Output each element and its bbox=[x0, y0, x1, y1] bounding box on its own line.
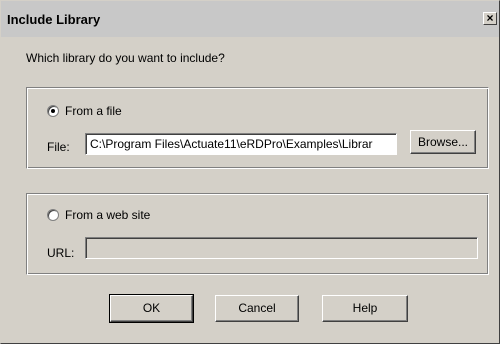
close-button[interactable]: × bbox=[483, 12, 497, 25]
from-web-label: From a web site bbox=[65, 208, 151, 222]
from-file-radio[interactable]: From a file bbox=[47, 104, 122, 118]
radio-unselected-icon bbox=[47, 209, 59, 221]
include-library-dialog: Include Library × Which library do you w… bbox=[0, 0, 500, 344]
from-file-group: From a file File: C:\Program Files\Actua… bbox=[26, 87, 489, 169]
prompt-text: Which library do you want to include? bbox=[26, 51, 225, 65]
from-file-label: From a file bbox=[65, 104, 122, 118]
url-input[interactable] bbox=[85, 237, 478, 259]
dialog-title: Include Library bbox=[7, 12, 101, 27]
title-bar[interactable]: Include Library × bbox=[1, 1, 499, 37]
file-field-label: File: bbox=[47, 140, 70, 154]
cancel-button[interactable]: Cancel bbox=[215, 295, 299, 322]
help-button[interactable]: Help bbox=[322, 295, 408, 322]
from-web-group: From a web site URL: bbox=[26, 193, 489, 275]
from-web-radio[interactable]: From a web site bbox=[47, 208, 150, 222]
browse-button[interactable]: Browse... bbox=[410, 130, 476, 154]
close-icon: × bbox=[486, 11, 494, 25]
radio-selected-icon bbox=[47, 105, 59, 117]
file-path-input[interactable]: C:\Program Files\Actuate11\eRDPro\Exampl… bbox=[85, 133, 397, 155]
url-field-label: URL: bbox=[47, 246, 75, 260]
ok-button[interactable]: OK bbox=[109, 294, 194, 323]
